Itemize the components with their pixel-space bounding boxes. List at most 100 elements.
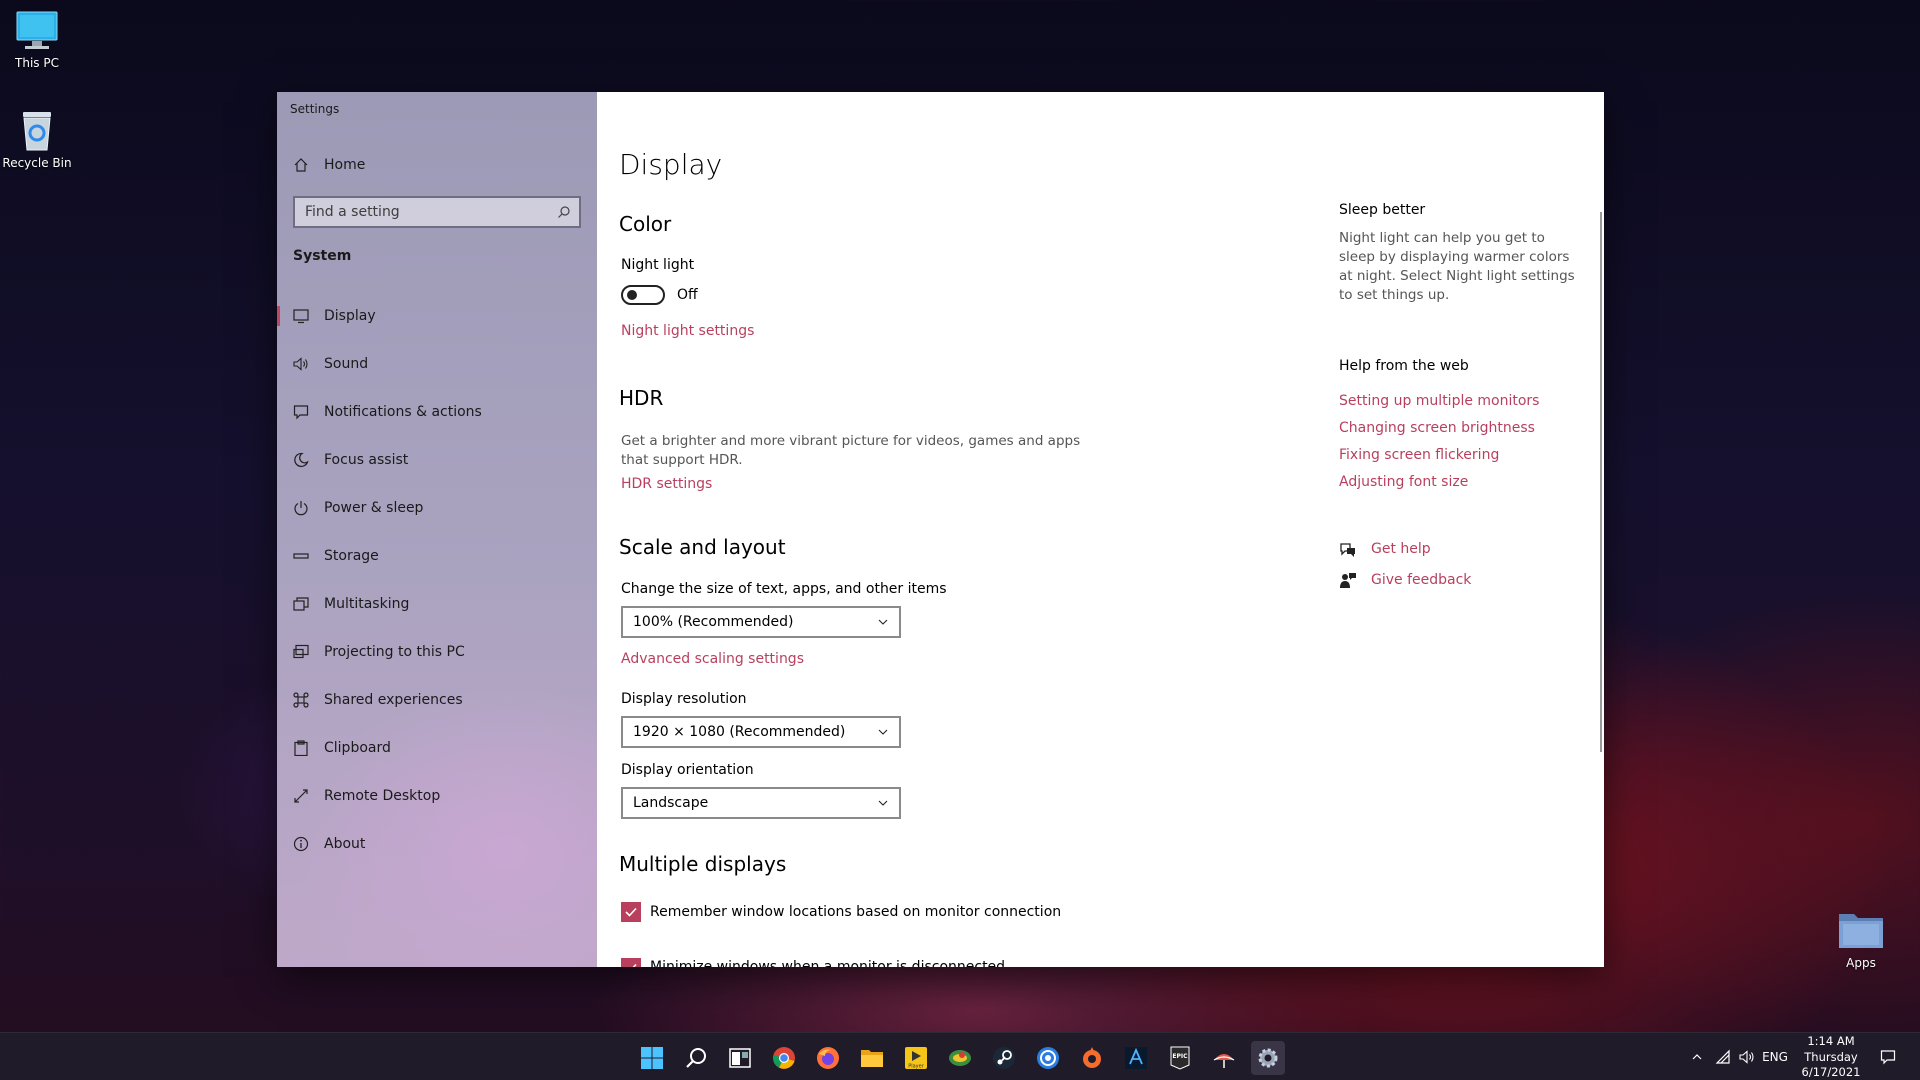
sidebar-item-display[interactable]: Display	[277, 296, 597, 336]
maps-button[interactable]	[943, 1041, 977, 1075]
get-help-link[interactable]: Get help	[1371, 541, 1431, 557]
sidebar-item-power[interactable]: Power & sleep	[277, 488, 597, 528]
night-light-settings-link[interactable]: Night light settings	[621, 323, 754, 339]
desktop-label-recycle-bin: Recycle Bin	[2, 156, 72, 170]
remember-window-checkbox[interactable]	[621, 902, 641, 922]
scale-dropdown[interactable]: 100% (Recommended)	[621, 606, 901, 638]
taskbar: Player EPIC ENG	[0, 1032, 1920, 1080]
info-icon	[292, 835, 310, 853]
chevron-down-icon	[877, 616, 889, 632]
remote-desktop-icon	[292, 787, 310, 805]
sidebar-item-storage[interactable]: Storage	[277, 536, 597, 576]
sidebar-item-focus-assist[interactable]: Focus assist	[277, 440, 597, 480]
volume-button[interactable]	[1736, 1033, 1758, 1080]
start-icon	[641, 1047, 663, 1069]
origin-button[interactable]	[1075, 1041, 1109, 1075]
sidebar-item-label: Home	[324, 157, 366, 173]
sleep-better-description: Night light can help you get to sleep by…	[1339, 230, 1575, 303]
settings-icon	[1258, 1048, 1278, 1068]
firefox-button[interactable]	[811, 1041, 845, 1075]
settings-taskbar-button[interactable]	[1251, 1041, 1285, 1075]
resolution-value: 1920 × 1080 (Recommended)	[633, 724, 846, 740]
sidebar-item-clipboard[interactable]: Clipboard	[277, 728, 597, 768]
night-light-toggle[interactable]	[621, 285, 665, 305]
resolution-label: Display resolution	[621, 691, 747, 707]
chevron-down-icon	[877, 797, 889, 813]
chrome-button[interactable]	[767, 1041, 801, 1075]
help-link-brightness[interactable]: Changing screen brightness	[1339, 420, 1535, 436]
sidebar-item-label: Shared experiences	[324, 692, 463, 708]
advanced-scaling-link[interactable]: Advanced scaling settings	[621, 651, 804, 667]
network-button[interactable]	[1712, 1033, 1734, 1080]
player-button[interactable]: Player	[899, 1041, 933, 1075]
sidebar-item-home[interactable]: Home	[277, 145, 597, 185]
volume-icon	[1739, 1050, 1754, 1064]
language-indicator[interactable]: ENG	[1760, 1033, 1790, 1080]
taskbar-search-button[interactable]	[679, 1041, 713, 1075]
player-icon: Player	[905, 1047, 927, 1070]
desktop-icon-recycle-bin[interactable]: Recycle Bin	[0, 108, 92, 170]
show-hidden-icons-button[interactable]	[1686, 1033, 1708, 1080]
desktop-icon-this-pc[interactable]: This PC	[0, 10, 92, 70]
monitor-icon	[292, 307, 310, 325]
home-icon	[292, 156, 310, 174]
sleep-better-title: Sleep better	[1339, 202, 1426, 218]
file-explorer-button[interactable]	[855, 1041, 889, 1075]
desktop-icon-apps[interactable]: Apps	[1806, 908, 1916, 970]
sidebar-item-sound[interactable]: Sound	[277, 344, 597, 384]
task-view-button[interactable]	[723, 1041, 757, 1075]
notification-icon	[292, 403, 310, 421]
resolution-dropdown[interactable]: 1920 × 1080 (Recommended)	[621, 716, 901, 748]
speaker-icon	[292, 355, 310, 373]
epic-games-button[interactable]: EPIC	[1163, 1041, 1197, 1075]
sidebar-item-notifications[interactable]: Notifications & actions	[277, 392, 597, 432]
sidebar-item-remote-desktop[interactable]: Remote Desktop	[277, 776, 597, 816]
help-link-flickering[interactable]: Fixing screen flickering	[1339, 447, 1499, 463]
sidebar-item-shared-experiences[interactable]: Shared experiences	[277, 680, 597, 720]
file-explorer-icon	[861, 1050, 883, 1067]
notification-icon	[1880, 1050, 1896, 1065]
folder-icon	[1839, 914, 1883, 948]
orientation-dropdown[interactable]: Landscape	[621, 787, 901, 819]
storage-icon	[292, 547, 310, 565]
help-link-font-size[interactable]: Adjusting font size	[1339, 474, 1468, 490]
scrollbar[interactable]	[1600, 212, 1602, 752]
hdr-settings-link[interactable]: HDR settings	[621, 476, 712, 492]
check-icon	[625, 907, 637, 917]
weather-button[interactable]	[1207, 1041, 1241, 1075]
sidebar-item-about[interactable]: About	[277, 824, 597, 864]
search-icon	[686, 1048, 706, 1068]
sidebar-item-projecting[interactable]: Projecting to this PC	[277, 632, 597, 672]
minimize-windows-checkbox[interactable]	[621, 958, 641, 967]
steam-icon	[993, 1047, 1015, 1069]
weather-icon	[1213, 1054, 1235, 1068]
minimize-windows-label: Minimize windows when a monitor is disco…	[650, 959, 1006, 967]
help-web-title: Help from the web	[1339, 358, 1469, 374]
search-input[interactable]: Find a setting	[293, 196, 581, 228]
clock-date: 6/17/2021	[1801, 1065, 1861, 1079]
uplay-button[interactable]	[1031, 1041, 1065, 1075]
task-view-icon	[729, 1048, 751, 1068]
epic-label: EPIC	[1172, 1053, 1188, 1060]
wifi-icon	[1715, 1049, 1730, 1064]
steam-button[interactable]	[987, 1041, 1021, 1075]
clock[interactable]: 1:14 AM Thursday 6/17/2021	[1788, 1034, 1874, 1080]
help-link-multiple-monitors[interactable]: Setting up multiple monitors	[1339, 393, 1539, 409]
desktop-label-apps: Apps	[1846, 956, 1876, 970]
multitasking-icon	[292, 595, 310, 613]
clipboard-icon	[292, 739, 310, 757]
battle-net-button[interactable]	[1119, 1041, 1153, 1075]
player-label: Player	[908, 1064, 925, 1070]
multiple-displays-heading: Multiple displays	[619, 852, 787, 876]
color-heading: Color	[619, 212, 672, 236]
feedback-icon	[1339, 571, 1357, 589]
night-light-state: Off	[677, 287, 698, 303]
sidebar-item-label: Clipboard	[324, 740, 391, 756]
toggle-knob	[627, 290, 637, 300]
start-button[interactable]	[635, 1041, 669, 1075]
notification-center-button[interactable]	[1874, 1033, 1902, 1080]
sidebar-item-label: Notifications & actions	[324, 404, 482, 420]
give-feedback-link[interactable]: Give feedback	[1371, 572, 1471, 588]
scale-heading: Scale and layout	[619, 535, 786, 559]
sidebar-item-multitasking[interactable]: Multitasking	[277, 584, 597, 624]
